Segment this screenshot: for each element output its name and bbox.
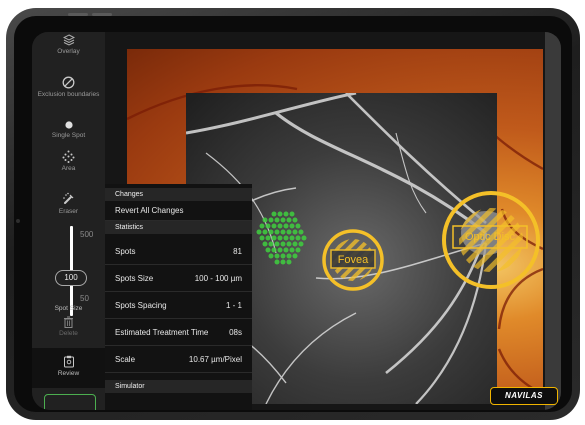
stat-row-spots-spacing: Spots Spacing 1 - 1 — [105, 292, 252, 319]
tool-single-spot-label: Single Spot — [51, 132, 86, 139]
area-icon — [62, 150, 75, 163]
stat-value: 1 - 1 — [225, 300, 242, 310]
tool-area[interactable]: Area — [32, 150, 105, 172]
tool-delete[interactable]: Delete — [32, 316, 105, 337]
review-label: Review — [57, 370, 80, 377]
eraser-icon — [62, 192, 73, 204]
stat-row-spots-size: Spots Size 100 - 100 µm — [105, 265, 252, 292]
review-icon — [63, 355, 74, 368]
stat-label: Spots — [115, 246, 136, 256]
tool-overlay[interactable]: Overlay — [32, 34, 105, 55]
tool-exclusion-label: Exclusion boundaries — [37, 91, 100, 98]
info-panel: Changes Revert All Changes Statistics Sp… — [105, 184, 252, 410]
exclusion-boundaries-icon — [62, 76, 75, 89]
tool-area-label: Area — [61, 165, 76, 172]
changes-header: Changes — [105, 188, 252, 201]
stat-label: Scale — [115, 354, 136, 364]
tool-exclusion-boundaries[interactable]: Exclusion boundaries — [32, 76, 105, 98]
trash-icon — [64, 316, 73, 328]
overlay-icon — [62, 34, 75, 46]
stat-value: 81 — [233, 246, 242, 256]
tool-overlay-label: Overlay — [57, 48, 80, 55]
stat-label: Spots Size — [115, 273, 154, 283]
review-button[interactable]: Review — [32, 348, 105, 388]
simulator-header: Simulator — [105, 380, 252, 393]
tool-delete-label: Delete — [59, 330, 78, 337]
start-button[interactable] — [44, 394, 96, 410]
tool-sidebar: Overlay Exclusion boundaries Single Spot — [32, 32, 105, 410]
fovea-label: Fovea — [337, 254, 369, 266]
single-spot-icon — [64, 121, 73, 129]
stat-label: Estimated Treatment Time — [115, 327, 209, 337]
review-tool: Review — [32, 355, 105, 377]
statistics-header: Statistics — [105, 221, 252, 234]
ipad-frame: Overlay Exclusion boundaries Single Spot — [6, 8, 580, 420]
spot-size-slider-handle[interactable]: 100 — [55, 270, 87, 286]
tool-eraser[interactable]: Eraser — [32, 192, 105, 215]
revert-all-changes-button[interactable]: Revert All Changes — [105, 201, 252, 221]
spot-size-label: Spot Size — [54, 305, 83, 312]
tool-eraser-label: Eraser — [58, 208, 79, 215]
spot-size-max: 500 — [80, 230, 94, 239]
revert-label: Revert All Changes — [115, 206, 184, 215]
vertical-scrollbar[interactable] — [545, 32, 561, 410]
stat-value: 100 - 100 µm — [194, 273, 242, 283]
optic-disc-label: Optic Disc — [464, 231, 516, 243]
tool-single-spot[interactable]: Single Spot — [32, 120, 105, 139]
stat-row-scale: Scale 10.67 µm/Pixel — [105, 346, 252, 373]
navilas-logo: NAVILAS — [490, 387, 558, 405]
stat-row-treatment-time: Estimated Treatment Time 08s — [105, 319, 252, 346]
camera-dot — [16, 219, 20, 223]
spot-size-min: 50 — [80, 294, 89, 303]
stat-row-spots: Spots 81 — [105, 238, 252, 265]
stat-value: 08s — [229, 327, 242, 337]
stat-value: 10.67 µm/Pixel — [188, 354, 242, 364]
app-screen: Overlay Exclusion boundaries Single Spot — [32, 32, 561, 410]
stat-label: Spots Spacing — [115, 300, 167, 310]
